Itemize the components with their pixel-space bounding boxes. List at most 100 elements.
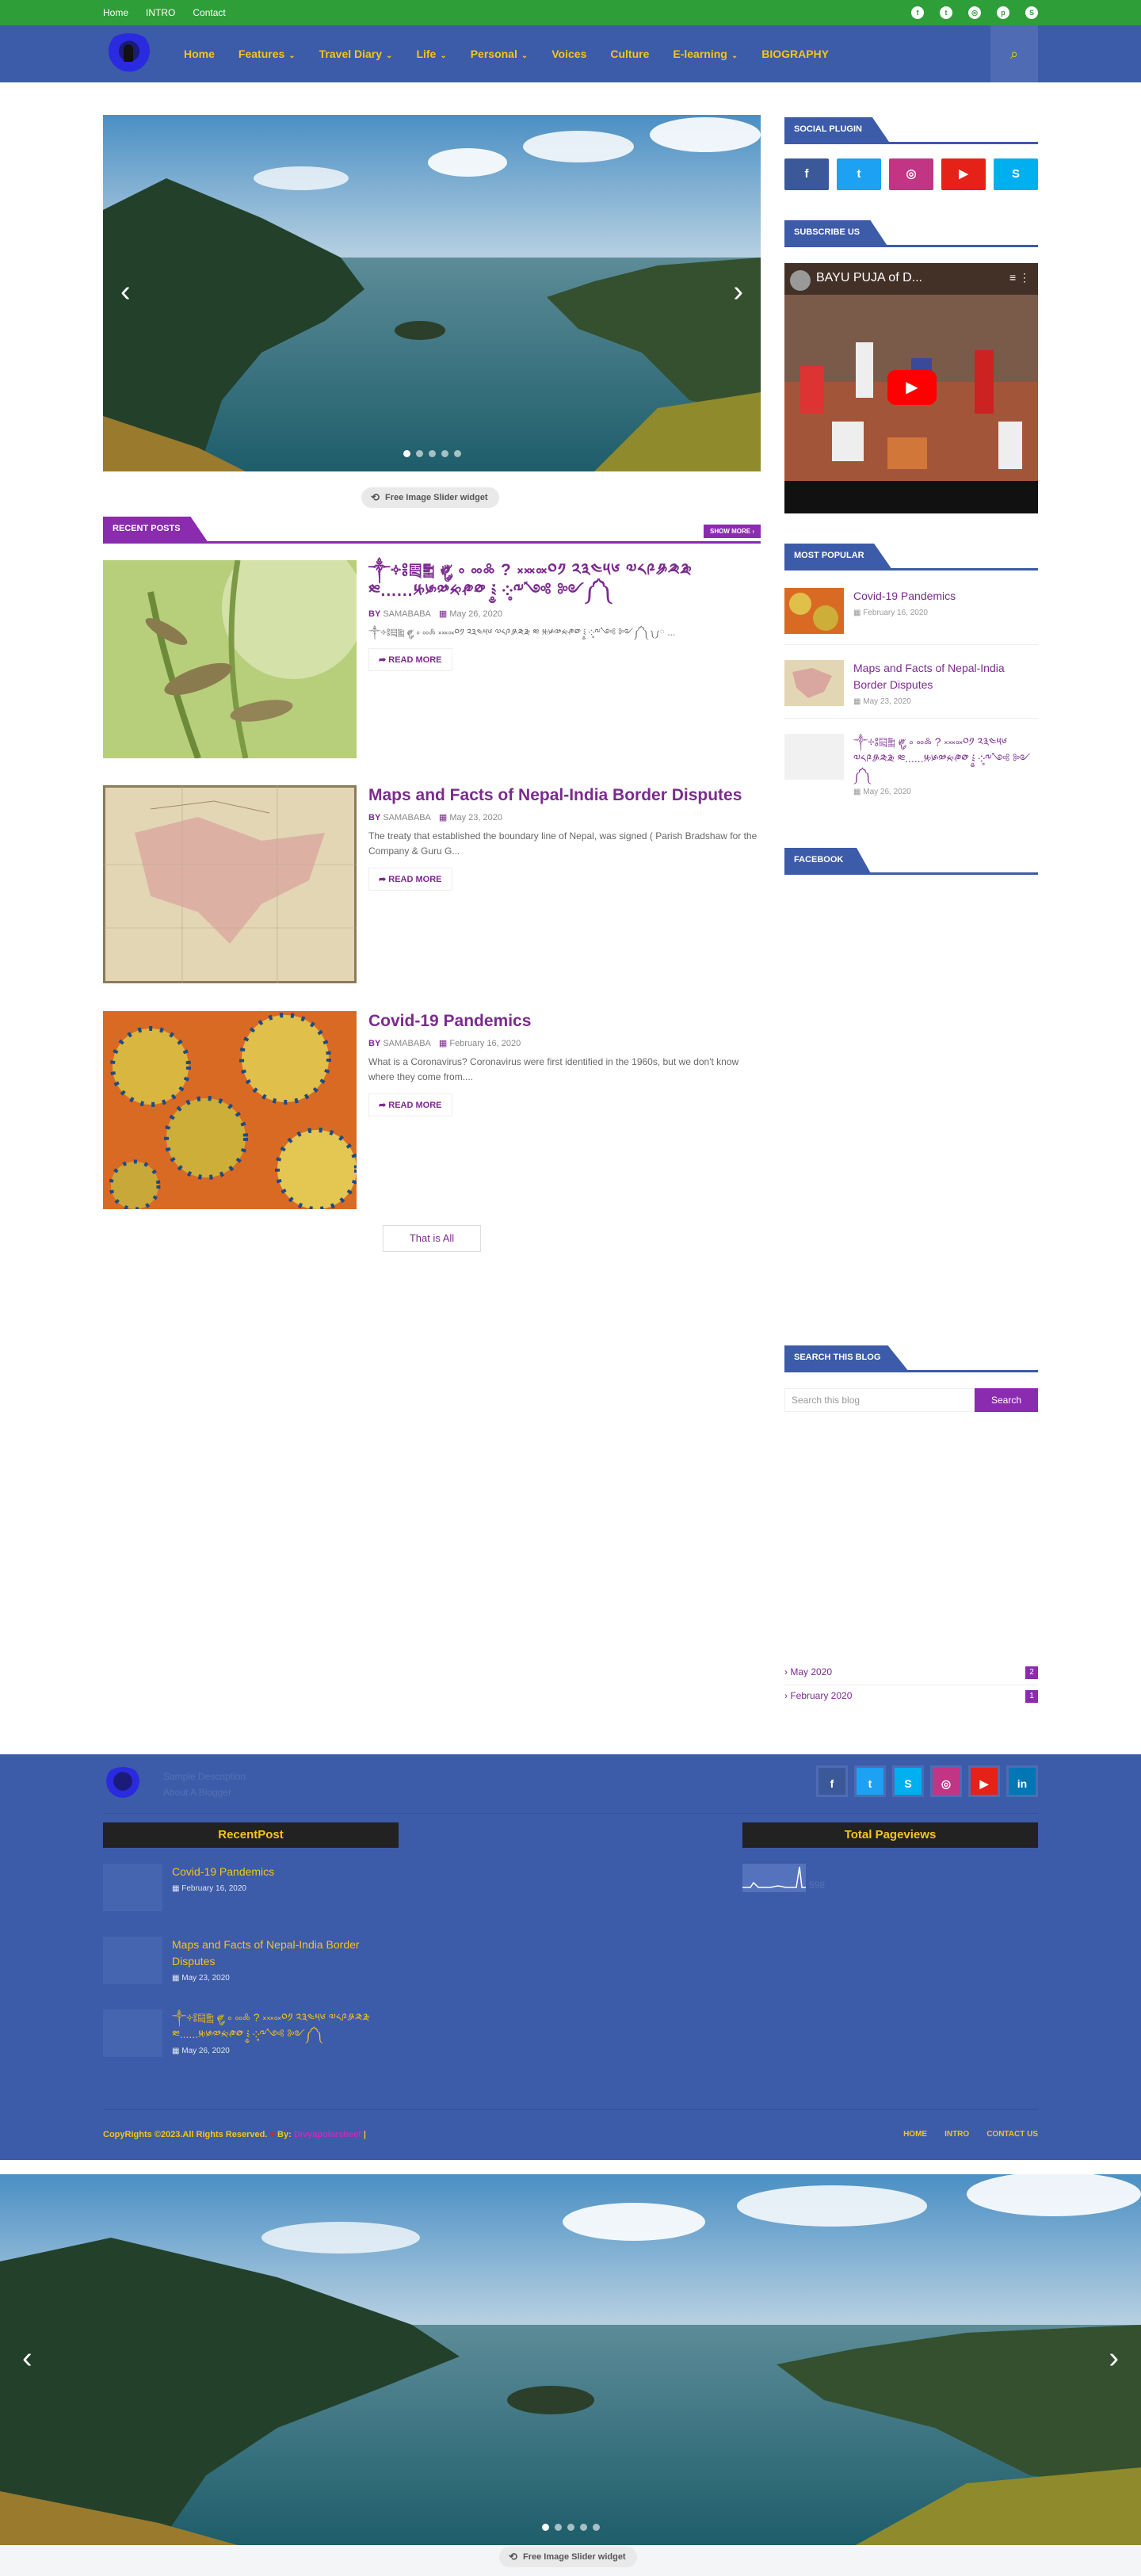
that-is-all-button[interactable]: That is All: [383, 1225, 481, 1252]
nav-item-biography[interactable]: BIOGRAPHY: [761, 25, 829, 85]
recent-posts-header: RECENT POSTS SHOW MORE ›: [103, 517, 761, 544]
archive-item[interactable]: › February 2020 1: [784, 1690, 1038, 1703]
skype-icon[interactable]: S: [892, 1765, 924, 1797]
calendar-icon: ▦: [438, 609, 448, 619]
post-card: Covid-19 Pandemics BY SAMABABA ▦ February…: [103, 1011, 761, 1209]
nav-item-culture[interactable]: Culture: [610, 25, 649, 85]
nav-item-travel-diary[interactable]: Travel Diary ⌄: [319, 25, 393, 85]
footer-social: f t S ◎ ▶ in: [816, 1765, 1038, 1797]
post-thumbnail[interactable]: [103, 560, 357, 758]
author-link[interactable]: Divyapolarsheet: [294, 2130, 361, 2139]
search-blog-header: SEARCH THIS BLOG: [784, 1345, 1038, 1372]
post-thumbnail[interactable]: [103, 785, 357, 983]
top-link-contact[interactable]: Contact: [193, 0, 225, 25]
share-icon: ➦: [379, 654, 387, 665]
slider-next-button[interactable]: ›: [733, 277, 743, 307]
slider-dot[interactable]: [403, 450, 410, 457]
nav-item-personal[interactable]: Personal ⌄: [471, 25, 529, 85]
post-body: Covid-19 Pandemics BY SAMABABA ▦ February…: [368, 1011, 761, 1116]
slider-dot[interactable]: [592, 2524, 600, 2531]
post-card: ༒༓༔༕༖ ༗༘༙ ༚ ༛༜ ? ༝༞༟༠༡ ༢༣༤༥༦ ༧༨༩༪༫༬ ༭...…: [103, 560, 761, 758]
slider-dot[interactable]: [541, 2524, 549, 2531]
search-input[interactable]: Search this blog: [784, 1388, 975, 1412]
slider-dot[interactable]: [441, 450, 448, 457]
post-title[interactable]: Covid-19 Pandemics: [368, 1011, 761, 1032]
instagram-icon[interactable]: ◎: [930, 1765, 962, 1797]
slider-dot[interactable]: [567, 2524, 574, 2531]
slider-dot[interactable]: [453, 450, 461, 457]
divider: [103, 2109, 1038, 2110]
footer-post-title[interactable]: Covid-19 Pandemics: [172, 1864, 398, 1880]
recent-posts-title: RECENT POSTS: [103, 517, 208, 541]
post-thumbnail[interactable]: [103, 1011, 357, 1209]
twitter-icon[interactable]: t: [854, 1765, 886, 1797]
slider-prev-button[interactable]: ‹: [120, 277, 131, 307]
image-slider[interactable]: ‹ ›: [103, 115, 761, 471]
pinterest-icon[interactable]: p: [997, 6, 1009, 19]
linkedin-icon[interactable]: in: [1006, 1765, 1038, 1797]
chevron-down-icon: ⌄: [521, 52, 529, 60]
skype-icon[interactable]: S: [1025, 6, 1038, 19]
read-more-button[interactable]: ➦ READ MORE: [368, 647, 452, 671]
chevron-down-icon: ⌄: [440, 52, 447, 60]
nav-item-features[interactable]: Features ⌄: [239, 25, 296, 85]
twitter-icon[interactable]: t: [940, 6, 952, 19]
youtube-icon[interactable]: ▶: [968, 1765, 1000, 1797]
twitter-icon[interactable]: t: [837, 158, 881, 190]
show-more-button[interactable]: SHOW MORE ›: [704, 525, 761, 538]
nav-item-home[interactable]: Home: [184, 25, 215, 85]
top-link-home[interactable]: Home: [103, 0, 128, 25]
bottom-slider-next-button[interactable]: ›: [1109, 2343, 1119, 2373]
footer-link-home[interactable]: HOME: [903, 2130, 927, 2139]
pageviews-count: 598: [809, 1880, 826, 1891]
top-link-intro[interactable]: INTRO: [146, 0, 175, 25]
post-body: ༒༓༔༕༖ ༗༘༙ ༚ ༛༜ ? ༝༞༟༠༡ ༢༣༤༥༦ ༧༨༩༪༫༬ ༭...…: [368, 560, 761, 671]
footer-link-intro[interactable]: INTRO: [944, 2130, 969, 2139]
slider-dot[interactable]: [415, 450, 423, 457]
slider-dot[interactable]: [428, 450, 436, 457]
post-meta: BY SAMABABA ▦ February 16, 2020: [368, 1039, 521, 1049]
facebook-icon[interactable]: f: [816, 1765, 848, 1797]
site-logo[interactable]: [103, 33, 155, 73]
search-button[interactable]: Search: [975, 1388, 1038, 1412]
popular-thumbnail: [784, 660, 844, 706]
archive-item[interactable]: › May 2020 2: [784, 1666, 1038, 1679]
calendar-icon: ▦: [172, 2047, 180, 2055]
slider-credit[interactable]: Free Image Slider widget: [361, 487, 499, 508]
read-more-button[interactable]: ➦ READ MORE: [368, 1093, 452, 1116]
slider-dot[interactable]: [579, 2524, 587, 2531]
footer-link-contact[interactable]: CONTACT US: [986, 2130, 1038, 2139]
youtube-video-embed[interactable]: BAYU PUJA of D... ≡ ⋮ ▶: [784, 263, 1038, 513]
top-social: f t ◎ p S: [911, 6, 1038, 19]
nav-item-voices[interactable]: Voices: [551, 25, 586, 85]
footer-post-title[interactable]: Maps and Facts of Nepal-India Border Dis…: [172, 1937, 398, 1970]
skype-icon[interactable]: S: [994, 158, 1038, 190]
popular-title[interactable]: Covid-19 Pandemics: [853, 588, 1038, 605]
facebook-icon[interactable]: f: [784, 158, 829, 190]
heart-icon: ♥: [269, 2130, 275, 2139]
popular-title[interactable]: Maps and Facts of Nepal-India Border Dis…: [853, 660, 1038, 693]
post-title[interactable]: Maps and Facts of Nepal-India Border Dis…: [368, 785, 761, 806]
bottom-image-slider[interactable]: ‹ ›: [0, 2174, 1141, 2545]
post-meta: BY SAMABABA ▦ May 26, 2020: [368, 609, 502, 619]
instagram-icon[interactable]: ◎: [968, 6, 981, 19]
bottom-slider-credit[interactable]: Free Image Slider widget: [499, 2547, 637, 2567]
play-icon[interactable]: ▶: [887, 370, 937, 405]
nav-item-e-learning[interactable]: E-learning ⌄: [673, 25, 738, 85]
search-icon[interactable]: ⌕: [990, 25, 1038, 82]
facebook-icon[interactable]: f: [911, 6, 924, 19]
instagram-icon[interactable]: ◎: [889, 158, 933, 190]
bottom-slider-prev-button[interactable]: ‹: [22, 2343, 32, 2373]
read-more-button[interactable]: ➦ READ MORE: [368, 867, 452, 891]
footer-logo[interactable]: [103, 1767, 143, 1799]
post-meta: BY SAMABABA ▦ May 23, 2020: [368, 813, 502, 823]
calendar-icon: ▦: [438, 1039, 448, 1049]
slider-dot[interactable]: [554, 2524, 562, 2531]
youtube-icon[interactable]: ▶: [941, 158, 986, 190]
nav-item-life[interactable]: Life ⌄: [416, 25, 446, 85]
more-vert-icon[interactable]: ≡ ⋮: [1009, 271, 1030, 284]
post-title[interactable]: ༒༓༔༕༖ ༗༘༙ ༚ ༛༜ ? ༝༞༟༠༡ ༢༣༤༥༦ ༧༨༩༪༫༬ ༭...…: [368, 560, 761, 602]
video-title: BAYU PUJA of D...: [816, 271, 922, 284]
footer-post-title[interactable]: ༒༓༔༕༖ ༗༘༙ ༚ ༛༜ ? ༝༞༟༠༡ ༢༣༤༥༦ ༧༨༩༪༫༬ ༭...…: [172, 2009, 398, 2043]
popular-title[interactable]: ༒༓༔༕༖ ༗༘༙ ༚ ༛༜ ? ༝༞༟༠༡ ༢༣༤༥༦ ༧༨༩༪༫༬ ༭...…: [853, 734, 1038, 784]
